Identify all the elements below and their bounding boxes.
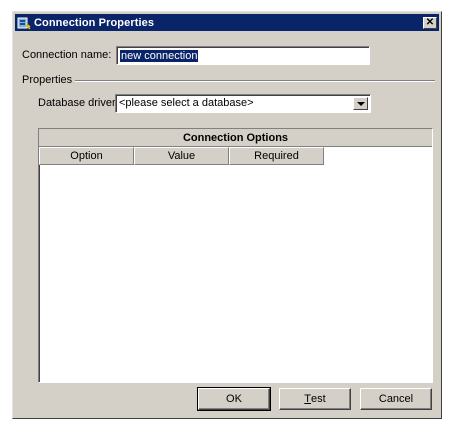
properties-group-divider	[75, 80, 435, 82]
ok-button-label: OK	[226, 393, 242, 405]
column-header-option[interactable]: Option	[39, 147, 134, 165]
window-title: Connection Properties	[34, 16, 155, 29]
connection-name-label: Connection name:	[22, 49, 112, 61]
database-driver-value: <please select a database>	[119, 97, 254, 109]
test-button-mnemonic: T	[304, 393, 312, 405]
connection-app-icon	[17, 16, 31, 30]
title-bar[interactable]: Connection Properties ✕	[15, 14, 439, 31]
connection-properties-dialog: Connection Properties ✕ Connection name:…	[12, 11, 442, 419]
cancel-button-label: Cancel	[378, 393, 414, 405]
connection-options-title: Connection Options	[39, 129, 432, 147]
connection-name-value: new connection	[120, 50, 199, 62]
test-button-label: est	[311, 393, 326, 405]
dropdown-button[interactable]	[353, 97, 368, 110]
test-button[interactable]: Test	[279, 388, 351, 410]
database-driver-select[interactable]: <please select a database>	[115, 94, 371, 113]
column-header-required[interactable]: Required	[229, 147, 324, 165]
connection-name-input[interactable]: new connection	[116, 46, 370, 65]
connection-options-table[interactable]: Connection Options Option Value Required	[38, 128, 433, 383]
cancel-button[interactable]: Cancel	[360, 388, 432, 410]
database-driver-label: Database driver:	[38, 97, 119, 109]
chevron-down-icon	[357, 102, 365, 106]
column-header-value[interactable]: Value	[134, 147, 229, 165]
close-icon: ✕	[425, 16, 435, 28]
ok-button[interactable]: OK	[197, 387, 271, 411]
close-button[interactable]: ✕	[423, 16, 437, 29]
properties-group-label: Properties	[22, 74, 73, 86]
